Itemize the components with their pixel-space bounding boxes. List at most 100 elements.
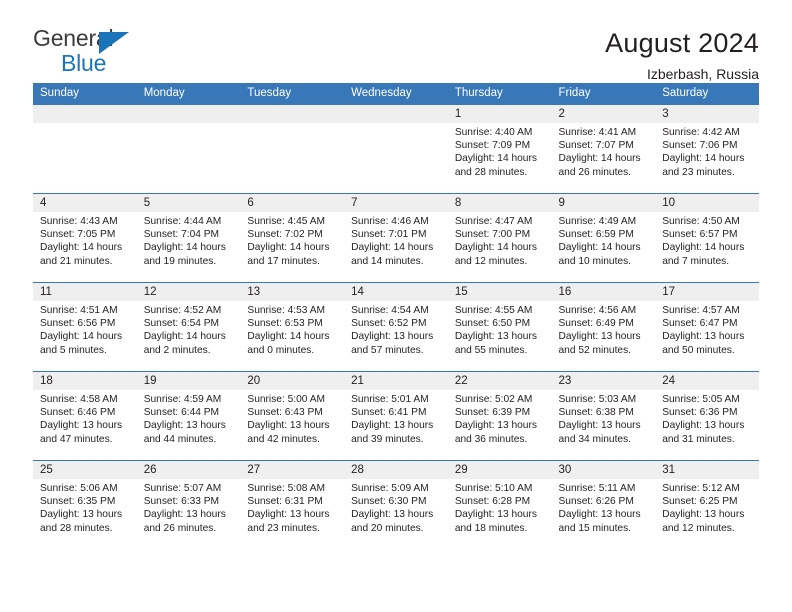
calendar-day-cell[interactable]: 19 Sunrise: 4:59 AM Sunset: 6:44 PM Dayligh…	[136, 371, 241, 461]
info-line-daylight-line2: and 10 minutes.	[558, 255, 632, 267]
day-sun-info: Sunrise: 4:59 AM Sunset: 6:44 PM Daylight:…	[137, 390, 241, 446]
calendar-day-cell[interactable]: 21 Sunrise: 5:01 AM Sunset: 6:41 PM Dayligh…	[344, 371, 448, 461]
calendar-day-cell[interactable]: 30 Sunrise: 5:11 AM Sunset: 6:26 PM Dayligh…	[551, 460, 656, 550]
weekday-header-sunday: Sunday	[33, 83, 137, 105]
info-line-daylight-line2: and 21 minutes.	[40, 255, 113, 267]
info-line-daylight-line1: Daylight: 13 hours	[143, 420, 226, 432]
info-line-daylight-line2: and 23 minutes.	[662, 166, 735, 178]
calendar-day-cell[interactable]: 12 Sunrise: 4:52 AM Sunset: 6:54 PM Dayligh…	[136, 282, 241, 372]
info-line-sunset: Sunset: 6:59 PM	[558, 229, 634, 241]
info-line-daylight-line2: and 14 minutes.	[351, 255, 424, 267]
info-line-daylight-line1: Daylight: 14 hours	[351, 242, 434, 254]
info-line-sunrise: Sunrise: 4:53 AM	[247, 305, 325, 316]
info-line-daylight-line2: and 5 minutes.	[40, 344, 107, 356]
info-line-daylight-line2: and 42 minutes.	[247, 433, 320, 445]
info-line-sunrise: Sunrise: 4:43 AM	[40, 216, 118, 227]
info-line-sunset: Sunset: 7:02 PM	[247, 229, 323, 241]
info-line-daylight-line1: Daylight: 14 hours	[454, 153, 537, 165]
calendar-day-cell[interactable]: 2 Sunrise: 4:41 AM Sunset: 7:07 PM Daylight…	[551, 104, 656, 194]
calendar-day-cell[interactable]: 4 Sunrise: 4:43 AM Sunset: 7:05 PM Daylight…	[33, 193, 137, 283]
calendar-day-cell[interactable]: 16 Sunrise: 4:56 AM Sunset: 6:49 PM Dayligh…	[551, 282, 656, 372]
calendar-day-cell[interactable]: 31 Sunrise: 5:12 AM Sunset: 6:25 PM Dayligh…	[655, 460, 759, 550]
calendar-day-cell[interactable]: 23 Sunrise: 5:03 AM Sunset: 6:38 PM Dayligh…	[551, 371, 656, 461]
day-number: 27	[240, 461, 345, 479]
day-sun-info: Sunrise: 5:11 AM Sunset: 6:26 PM Daylight:…	[552, 479, 656, 535]
info-line-sunrise: Sunrise: 5:12 AM	[662, 483, 740, 494]
info-line-daylight-line1: Daylight: 14 hours	[247, 331, 330, 343]
info-line-sunset: Sunset: 7:07 PM	[558, 140, 634, 152]
calendar-day-cell[interactable]: 7 Sunrise: 4:46 AM Sunset: 7:01 PM Daylight…	[344, 193, 448, 283]
calendar-day-cell[interactable]: 17 Sunrise: 4:57 AM Sunset: 6:47 PM Dayligh…	[655, 282, 759, 372]
day-number: 14	[344, 283, 448, 301]
info-line-sunset: Sunset: 6:43 PM	[247, 407, 323, 419]
day-sun-info: Sunrise: 4:58 AM Sunset: 6:46 PM Daylight:…	[33, 390, 137, 446]
calendar-day-cell[interactable]: 5 Sunrise: 4:44 AM Sunset: 7:04 PM Daylight…	[136, 193, 241, 283]
calendar-day-cell[interactable]: 29 Sunrise: 5:10 AM Sunset: 6:28 PM Dayligh…	[447, 460, 552, 550]
calendar-day-cell[interactable]: 15 Sunrise: 4:55 AM Sunset: 6:50 PM Dayligh…	[447, 282, 552, 372]
calendar-day-cell[interactable]: 1 Sunrise: 4:40 AM Sunset: 7:09 PM Daylight…	[447, 104, 552, 194]
day-number: 22	[447, 372, 552, 390]
day-number: 24	[655, 372, 759, 390]
info-line-daylight-line2: and 39 minutes.	[351, 433, 424, 445]
calendar-week-row: 4 Sunrise: 4:43 AM Sunset: 7:05 PM Daylight…	[33, 193, 759, 283]
calendar-cell-empty	[136, 104, 241, 194]
calendar-day-cell[interactable]: 28 Sunrise: 5:09 AM Sunset: 6:30 PM Dayligh…	[344, 460, 448, 550]
info-line-sunrise: Sunrise: 5:11 AM	[558, 483, 636, 494]
calendar-day-cell[interactable]: 13 Sunrise: 4:53 AM Sunset: 6:53 PM Dayligh…	[240, 282, 345, 372]
calendar-day-cell[interactable]: 8 Sunrise: 4:47 AM Sunset: 7:00 PM Daylight…	[447, 193, 552, 283]
calendar-day-cell[interactable]: 18 Sunrise: 4:58 AM Sunset: 6:46 PM Dayligh…	[33, 371, 137, 461]
brand-logo[interactable]: General Blue	[33, 27, 143, 81]
calendar-day-cell[interactable]: 22 Sunrise: 5:02 AM Sunset: 6:39 PM Dayligh…	[447, 371, 552, 461]
calendar-day-cell[interactable]: 14 Sunrise: 4:54 AM Sunset: 6:52 PM Dayligh…	[344, 282, 448, 372]
day-sun-info: Sunrise: 4:44 AM Sunset: 7:04 PM Daylight:…	[137, 212, 241, 268]
day-sun-info: Sunrise: 4:56 AM Sunset: 6:49 PM Daylight:…	[552, 301, 656, 357]
day-number: 9	[551, 194, 656, 212]
weekday-header-tuesday: Tuesday	[240, 83, 345, 105]
info-line-daylight-line1: Daylight: 13 hours	[247, 420, 330, 432]
info-line-sunrise: Sunrise: 5:03 AM	[558, 394, 637, 405]
info-line-sunrise: Sunrise: 4:44 AM	[143, 216, 222, 227]
calendar-day-cell[interactable]: 24 Sunrise: 5:05 AM Sunset: 6:36 PM Dayligh…	[655, 371, 759, 461]
calendar-day-cell[interactable]: 11 Sunrise: 4:51 AM Sunset: 6:56 PM Dayligh…	[33, 282, 137, 372]
info-line-daylight-line1: Daylight: 13 hours	[454, 420, 537, 432]
title-block: August 2024 Izberbash, Russia	[605, 27, 759, 83]
day-number: 10	[655, 194, 759, 212]
calendar-day-cell[interactable]: 20 Sunrise: 5:00 AM Sunset: 6:43 PM Dayligh…	[240, 371, 345, 461]
day-sun-info: Sunrise: 5:12 AM Sunset: 6:25 PM Daylight:…	[655, 479, 759, 535]
calendar-day-cell[interactable]: 26 Sunrise: 5:07 AM Sunset: 6:33 PM Dayligh…	[136, 460, 241, 550]
day-number	[136, 105, 241, 123]
info-line-daylight-line2: and 17 minutes.	[247, 255, 320, 267]
info-line-sunrise: Sunrise: 4:51 AM	[40, 305, 118, 316]
day-sun-info: Sunrise: 4:49 AM Sunset: 6:59 PM Daylight:…	[552, 212, 656, 268]
day-sun-info: Sunrise: 5:08 AM Sunset: 6:31 PM Daylight:…	[240, 479, 344, 535]
day-number: 5	[136, 194, 241, 212]
weekday-header-friday: Friday	[551, 83, 656, 105]
info-line-daylight-line1: Daylight: 13 hours	[662, 420, 745, 432]
info-line-daylight-line2: and 0 minutes.	[247, 344, 315, 356]
info-line-sunset: Sunset: 6:49 PM	[558, 318, 634, 330]
day-sun-info: Sunrise: 5:06 AM Sunset: 6:35 PM Daylight:…	[33, 479, 137, 535]
day-sun-info: Sunrise: 4:46 AM Sunset: 7:01 PM Daylight:…	[344, 212, 448, 268]
info-line-daylight-line1: Daylight: 13 hours	[143, 509, 226, 521]
info-line-daylight-line2: and 28 minutes.	[40, 522, 113, 534]
day-sun-info: Sunrise: 4:55 AM Sunset: 6:50 PM Daylight:…	[448, 301, 552, 357]
info-line-daylight-line2: and 19 minutes.	[143, 255, 217, 267]
info-line-sunrise: Sunrise: 4:57 AM	[662, 305, 740, 316]
day-number: 15	[447, 283, 552, 301]
info-line-daylight-line2: and 12 minutes.	[662, 522, 735, 534]
day-sun-info: Sunrise: 5:03 AM Sunset: 6:38 PM Daylight:…	[552, 390, 656, 446]
day-sun-info: Sunrise: 4:47 AM Sunset: 7:00 PM Daylight:…	[448, 212, 552, 268]
calendar-week-row: 18 Sunrise: 4:58 AM Sunset: 6:46 PM Dayligh…	[33, 371, 759, 461]
info-line-sunrise: Sunrise: 5:00 AM	[247, 394, 325, 405]
calendar-day-cell[interactable]: 27 Sunrise: 5:08 AM Sunset: 6:31 PM Dayligh…	[240, 460, 345, 550]
info-line-sunset: Sunset: 7:04 PM	[143, 229, 220, 241]
calendar-day-cell[interactable]: 25 Sunrise: 5:06 AM Sunset: 6:35 PM Dayligh…	[33, 460, 137, 550]
calendar-day-cell[interactable]: 3 Sunrise: 4:42 AM Sunset: 7:06 PM Daylight…	[655, 104, 759, 194]
calendar-day-cell[interactable]: 6 Sunrise: 4:45 AM Sunset: 7:02 PM Daylight…	[240, 193, 345, 283]
info-line-sunrise: Sunrise: 4:46 AM	[351, 216, 429, 227]
calendar-day-cell[interactable]: 10 Sunrise: 4:50 AM Sunset: 6:57 PM Dayligh…	[655, 193, 759, 283]
calendar-day-cell[interactable]: 9 Sunrise: 4:49 AM Sunset: 6:59 PM Daylight…	[551, 193, 656, 283]
info-line-sunrise: Sunrise: 4:54 AM	[351, 305, 429, 316]
day-number: 23	[551, 372, 656, 390]
info-line-sunrise: Sunrise: 4:52 AM	[143, 305, 222, 316]
